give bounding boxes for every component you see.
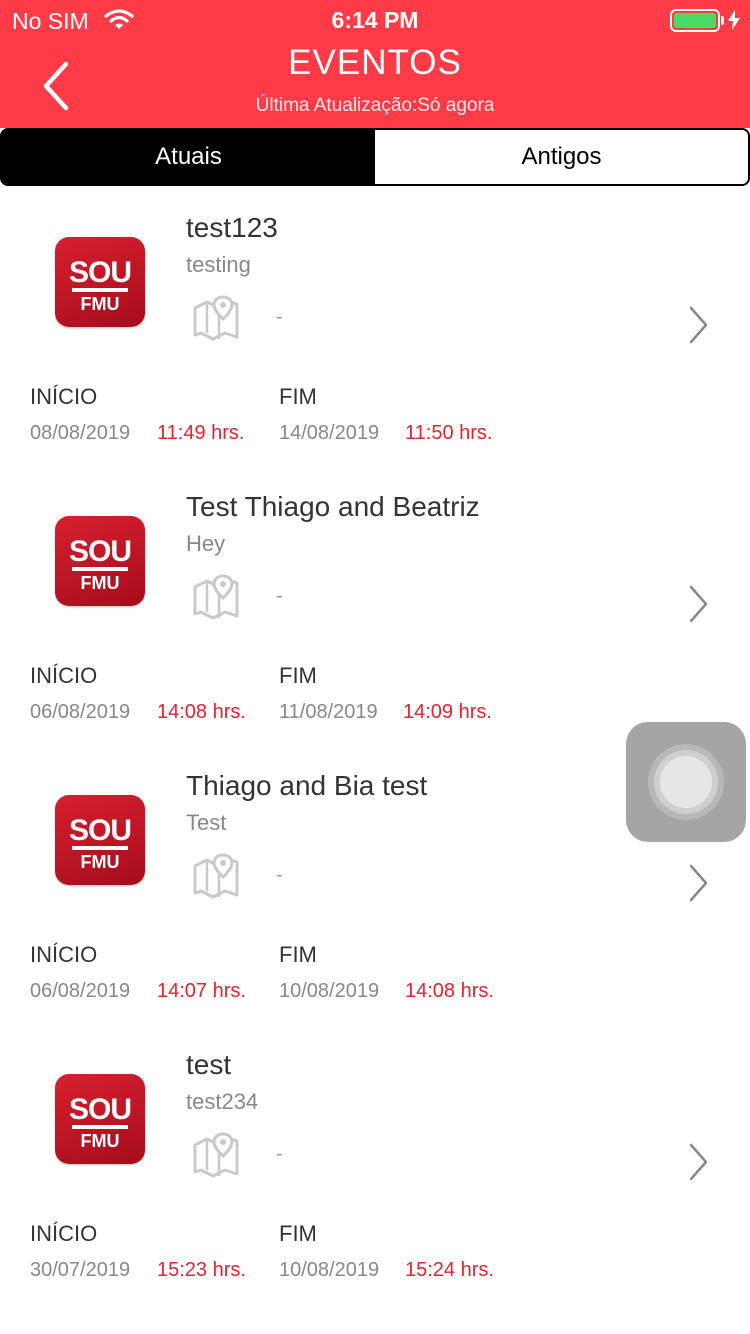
start-date: 06/08/2019 bbox=[30, 701, 131, 723]
end-time: 14:09 hrs. bbox=[403, 701, 492, 723]
end-date: 10/08/2019 bbox=[279, 980, 380, 1002]
nav-header: No SIM 6:14 PM EVENTOS Última Atualizaçã… bbox=[0, 0, 750, 128]
charging-bolt-icon bbox=[728, 10, 740, 30]
svg-text:FMU: FMU bbox=[81, 1131, 120, 1151]
sou-fmu-logo-mark: SOU FMU bbox=[69, 814, 132, 872]
event-location: - bbox=[276, 585, 283, 607]
sou-fmu-logo-mark: SOU FMU bbox=[69, 535, 132, 593]
event-row[interactable]: SOU FMU test test234 - INÍCIO 30/07/2019… bbox=[0, 1025, 750, 1304]
svg-text:SOU: SOU bbox=[69, 814, 131, 847]
battery-icon bbox=[670, 9, 720, 32]
map-pin-icon bbox=[193, 1132, 239, 1178]
start-time: 14:07 hrs. bbox=[157, 980, 246, 1002]
start-time: 14:08 hrs. bbox=[157, 701, 246, 723]
event-title: test bbox=[186, 1049, 232, 1080]
event-location: - bbox=[276, 864, 283, 886]
svg-text:SOU: SOU bbox=[69, 1093, 131, 1126]
event-description: Hey bbox=[186, 531, 226, 556]
end-date: 10/08/2019 bbox=[279, 1259, 380, 1281]
svg-text:FMU: FMU bbox=[81, 573, 120, 593]
event-title: Test Thiago and Beatriz bbox=[186, 491, 480, 522]
clock-label: 6:14 PM bbox=[331, 7, 419, 33]
end-time: 14:08 hrs. bbox=[405, 980, 494, 1002]
svg-text:SOU: SOU bbox=[69, 256, 131, 289]
end-time: 15:24 hrs. bbox=[405, 1259, 494, 1281]
status-bar: No SIM 6:14 PM bbox=[0, 0, 750, 40]
assistive-touch-center bbox=[660, 756, 712, 808]
event-location: - bbox=[276, 1143, 283, 1165]
start-time: 15:23 hrs. bbox=[157, 1259, 246, 1281]
start-date: 30/07/2019 bbox=[30, 1259, 131, 1281]
event-row[interactable]: SOU FMU Test Thiago and Beatriz Hey - IN… bbox=[0, 467, 750, 746]
chevron-right-icon[interactable] bbox=[688, 1142, 710, 1182]
event-location: - bbox=[276, 306, 283, 328]
start-date: 08/08/2019 bbox=[30, 422, 131, 444]
svg-text:FMU: FMU bbox=[81, 852, 120, 872]
event-description: testing bbox=[186, 252, 251, 277]
segment-current[interactable]: Atuais bbox=[2, 130, 375, 184]
start-label: INÍCIO bbox=[30, 942, 98, 967]
chevron-right-icon[interactable] bbox=[688, 863, 710, 903]
end-label: FIM bbox=[279, 663, 317, 688]
start-label: INÍCIO bbox=[30, 384, 98, 409]
end-date: 14/08/2019 bbox=[279, 422, 380, 444]
sou-fmu-logo: SOU FMU bbox=[55, 516, 145, 606]
map-pin-icon bbox=[193, 574, 239, 620]
sou-fmu-logo-mark: SOU FMU bbox=[69, 256, 132, 314]
event-row[interactable]: SOU FMU test123 testing - INÍCIO 08/08/2… bbox=[0, 188, 750, 467]
end-label: FIM bbox=[279, 1221, 317, 1246]
segmented-control: Atuais Antigos bbox=[0, 128, 750, 186]
start-label: INÍCIO bbox=[30, 1221, 98, 1246]
event-title: test123 bbox=[186, 212, 278, 243]
event-description: test234 bbox=[186, 1089, 259, 1114]
end-time: 11:50 hrs. bbox=[405, 422, 493, 444]
sou-fmu-logo: SOU FMU bbox=[55, 795, 145, 885]
event-title: Thiago and Bia test bbox=[186, 770, 428, 801]
end-date: 11/08/2019 bbox=[279, 701, 378, 723]
battery-tip bbox=[721, 16, 724, 25]
start-label: INÍCIO bbox=[30, 663, 98, 688]
segment-past[interactable]: Antigos bbox=[375, 130, 748, 184]
sou-fmu-logo-mark: SOU FMU bbox=[69, 1093, 132, 1151]
sou-fmu-logo: SOU FMU bbox=[55, 1074, 145, 1164]
chevron-right-icon[interactable] bbox=[688, 584, 710, 624]
event-description: Test bbox=[186, 810, 227, 835]
sou-fmu-logo: SOU FMU bbox=[55, 237, 145, 327]
chevron-right-icon[interactable] bbox=[688, 305, 710, 345]
map-pin-icon bbox=[193, 295, 239, 341]
last-update-label: Última Atualização:Só agora bbox=[255, 95, 495, 116]
end-label: FIM bbox=[279, 942, 317, 967]
map-pin-icon bbox=[193, 853, 239, 899]
svg-text:SOU: SOU bbox=[69, 535, 131, 568]
end-label: FIM bbox=[279, 384, 317, 409]
page-title: EVENTOS bbox=[288, 43, 462, 82]
svg-text:FMU: FMU bbox=[81, 294, 120, 314]
assistive-touch-button[interactable] bbox=[626, 722, 746, 842]
start-time: 11:49 hrs. bbox=[157, 422, 245, 444]
start-date: 06/08/2019 bbox=[30, 980, 131, 1002]
